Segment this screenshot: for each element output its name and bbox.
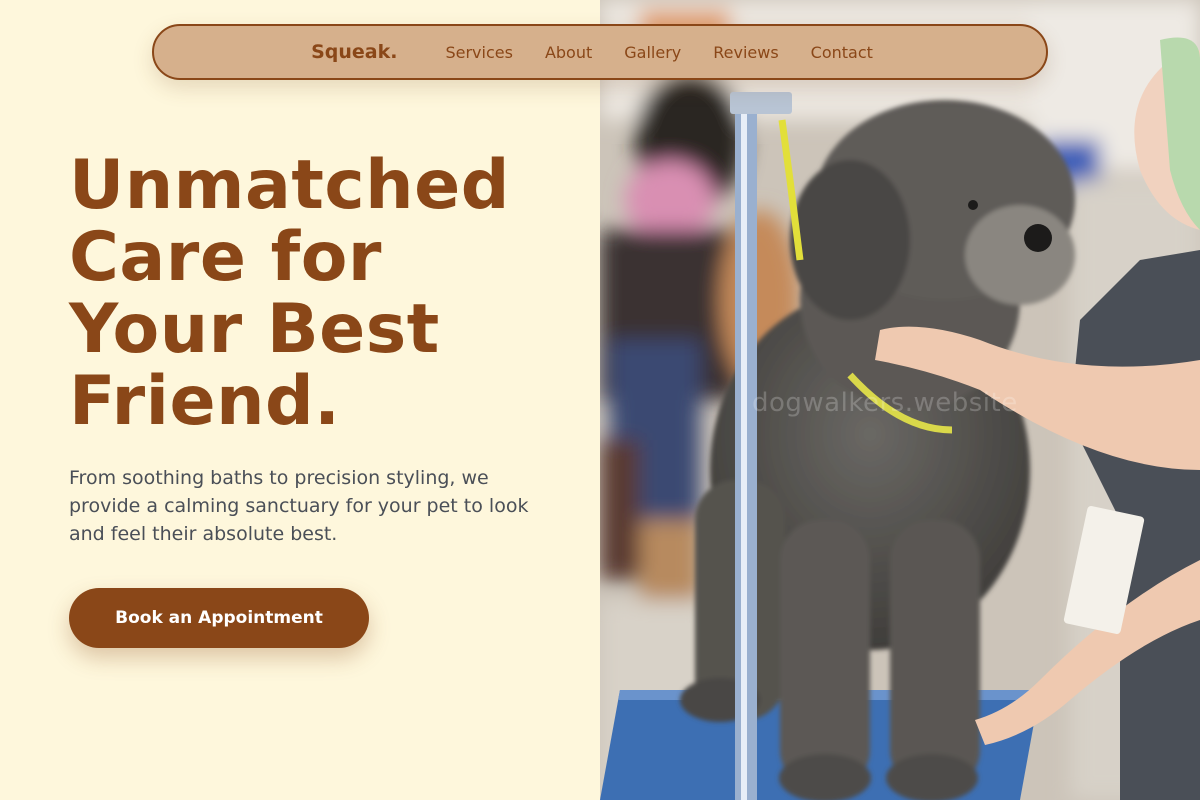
- top-navigation: Squeak. Services About Gallery Reviews C…: [152, 24, 1048, 80]
- nav-link-contact[interactable]: Contact: [811, 43, 873, 62]
- hero-title-line: Your Best: [69, 290, 440, 369]
- hero-subtitle: From soothing baths to precision styling…: [69, 467, 529, 545]
- poodle-grooming-illustration: [600, 0, 1200, 800]
- brand-logo[interactable]: Squeak.: [311, 41, 397, 63]
- nav-link-about[interactable]: About: [545, 43, 592, 62]
- nav-link-reviews[interactable]: Reviews: [713, 43, 778, 62]
- nav-link-gallery[interactable]: Gallery: [624, 43, 681, 62]
- nav-link-services[interactable]: Services: [445, 43, 512, 62]
- hero-title-line: Friend.: [69, 362, 341, 441]
- hero-title-line: Unmatched: [69, 146, 510, 225]
- hero-title: Unmatched Care for Your Best Friend.: [69, 150, 589, 438]
- hero-title-line: Care for: [69, 218, 382, 297]
- book-appointment-button[interactable]: Book an Appointment: [69, 588, 369, 648]
- hero-photo-poodle-grooming: [600, 0, 1200, 800]
